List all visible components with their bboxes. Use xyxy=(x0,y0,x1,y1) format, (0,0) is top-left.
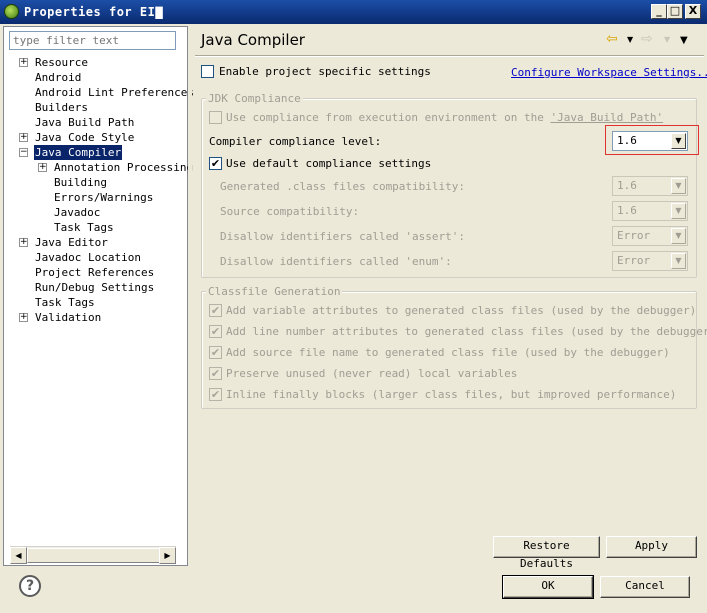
ok-button[interactable]: OK xyxy=(502,575,594,599)
tree-item-label: Project References xyxy=(35,266,155,279)
back-dropdown-icon[interactable]: ▼ xyxy=(627,35,633,44)
enable-specific-checkbox[interactable] xyxy=(201,65,214,78)
chevron-down-icon[interactable]: ▼ xyxy=(671,228,686,244)
page-title: Java Compiler xyxy=(201,31,305,49)
scroll-left-icon[interactable]: ◀ xyxy=(10,547,27,564)
tree-item-label: Errors/Warnings xyxy=(54,191,154,204)
tree-item-label: Run/Debug Settings xyxy=(35,281,155,294)
classfile-option-checkbox[interactable]: ✔ xyxy=(209,367,222,380)
chevron-down-icon[interactable]: ▼ xyxy=(671,133,686,149)
configure-workspace-link[interactable]: Configure Workspace Settings... xyxy=(511,66,707,79)
cancel-button[interactable]: Cancel xyxy=(600,576,690,598)
filter-input[interactable] xyxy=(9,31,176,50)
compliance-row-label: Disallow identifiers called 'enum': xyxy=(220,255,452,268)
compliance-row-select[interactable]: 1.6 ▼ xyxy=(612,201,688,221)
compliance-row-label: Disallow identifiers called 'assert': xyxy=(220,230,466,243)
window-title: Properties for EI▇ xyxy=(24,5,164,19)
tree-item-label: Building xyxy=(54,176,107,189)
compliance-row-value: 1.6 xyxy=(617,179,637,192)
tree-item-label: Java Build Path xyxy=(35,116,135,129)
tree-item-label: Javadoc xyxy=(54,206,101,219)
classfile-option-label: Add line number attributes to generated … xyxy=(226,325,707,338)
scroll-thumb[interactable] xyxy=(27,548,160,563)
restore-defaults-button[interactable]: Restore Defaults xyxy=(493,536,600,570)
tree-item-label: Validation xyxy=(35,311,102,324)
horizontal-scrollbar[interactable]: ◀ ▶ xyxy=(10,546,176,564)
expand-icon[interactable]: + xyxy=(19,58,28,67)
classfile-option-label: Add variable attributes to generated cla… xyxy=(226,304,697,317)
expand-icon[interactable]: + xyxy=(19,238,28,247)
tree-item-label: Resource xyxy=(35,56,88,69)
compliance-row-value: Error xyxy=(617,254,651,267)
pane-divider[interactable] xyxy=(188,26,192,566)
tree-item-label: Android xyxy=(35,71,82,84)
tree-item-label: Annotation Processing xyxy=(54,161,194,174)
classfile-option-label: Inline finally blocks (larger class file… xyxy=(226,388,677,401)
compliance-row-value: Error xyxy=(617,229,651,242)
enable-specific-label: Enable project specific settings xyxy=(219,65,431,78)
use-default-compliance-label: Use default compliance settings xyxy=(226,157,432,170)
compliance-row-select[interactable]: Error ▼ xyxy=(612,226,688,246)
classfile-generation-title: Classfile Generation xyxy=(206,285,343,298)
classfile-option-checkbox[interactable]: ✔ xyxy=(209,346,222,359)
tree-item-label: Java Code Style xyxy=(35,131,135,144)
help-icon[interactable]: ? xyxy=(19,575,41,597)
back-arrow-icon[interactable]: ⇦ xyxy=(606,31,618,47)
classfile-option-checkbox[interactable]: ✔ xyxy=(209,388,222,401)
scroll-right-icon[interactable]: ▶ xyxy=(159,547,176,564)
expand-icon[interactable]: + xyxy=(19,313,28,322)
classfile-option-checkbox[interactable]: ✔ xyxy=(209,325,222,338)
use-env-label: Use compliance from execution environmen… xyxy=(226,111,664,124)
jdk-compliance-title: JDK Compliance xyxy=(206,92,303,105)
eclipse-app-icon xyxy=(4,4,19,19)
compliance-row-label: Generated .class files compatibility: xyxy=(220,180,466,193)
chevron-down-icon[interactable]: ▼ xyxy=(671,178,686,194)
use-env-checkbox[interactable] xyxy=(209,111,222,124)
tree-item-label: Task Tags xyxy=(54,221,114,234)
view-menu-icon[interactable]: ▼ xyxy=(680,35,688,46)
tree-item-label: Android Lint Preferences xyxy=(35,86,194,99)
compliance-level-label: Compiler compliance level: xyxy=(209,135,382,148)
tree-item-label: Task Tags xyxy=(35,296,95,309)
compliance-level-value: 1.6 xyxy=(617,134,637,147)
compliance-level-select[interactable]: 1.6 ▼ xyxy=(612,131,688,151)
forward-arrow-icon[interactable]: ⇨ xyxy=(641,31,653,47)
classfile-option-label: Add source file name to generated class … xyxy=(226,346,670,359)
tree-item-label: Java Compiler xyxy=(34,145,123,160)
title-bar[interactable]: Properties for EI▇ _ □ X xyxy=(0,0,707,24)
expand-icon[interactable]: + xyxy=(38,163,47,172)
classfile-option-label: Preserve unused (never read) local varia… xyxy=(226,367,518,380)
java-build-path-link[interactable]: 'Java Build Path' xyxy=(551,111,664,124)
forward-dropdown-icon[interactable]: ▼ xyxy=(664,35,670,44)
classfile-option-checkbox[interactable]: ✔ xyxy=(209,304,222,317)
tree-item-label: Builders xyxy=(35,101,88,114)
tree-item-label: Javadoc Location xyxy=(35,251,141,264)
use-default-compliance-checkbox[interactable]: ✔ xyxy=(209,157,222,170)
minimize-button[interactable]: _ xyxy=(651,4,667,19)
compliance-row-select[interactable]: Error ▼ xyxy=(612,251,688,271)
compliance-row-select[interactable]: 1.6 ▼ xyxy=(612,176,688,196)
maximize-button[interactable]: □ xyxy=(667,4,683,19)
collapse-icon[interactable]: − xyxy=(19,148,28,157)
apply-button[interactable]: Apply xyxy=(606,536,697,558)
close-button[interactable]: X xyxy=(685,4,701,19)
tree-item-label: Java Editor xyxy=(35,236,108,249)
chevron-down-icon[interactable]: ▼ xyxy=(671,203,686,219)
expand-icon[interactable]: + xyxy=(19,133,28,142)
chevron-down-icon[interactable]: ▼ xyxy=(671,253,686,269)
header-separator xyxy=(195,55,704,57)
compliance-row-label: Source compatibility: xyxy=(220,205,360,218)
compliance-row-value: 1.6 xyxy=(617,204,637,217)
